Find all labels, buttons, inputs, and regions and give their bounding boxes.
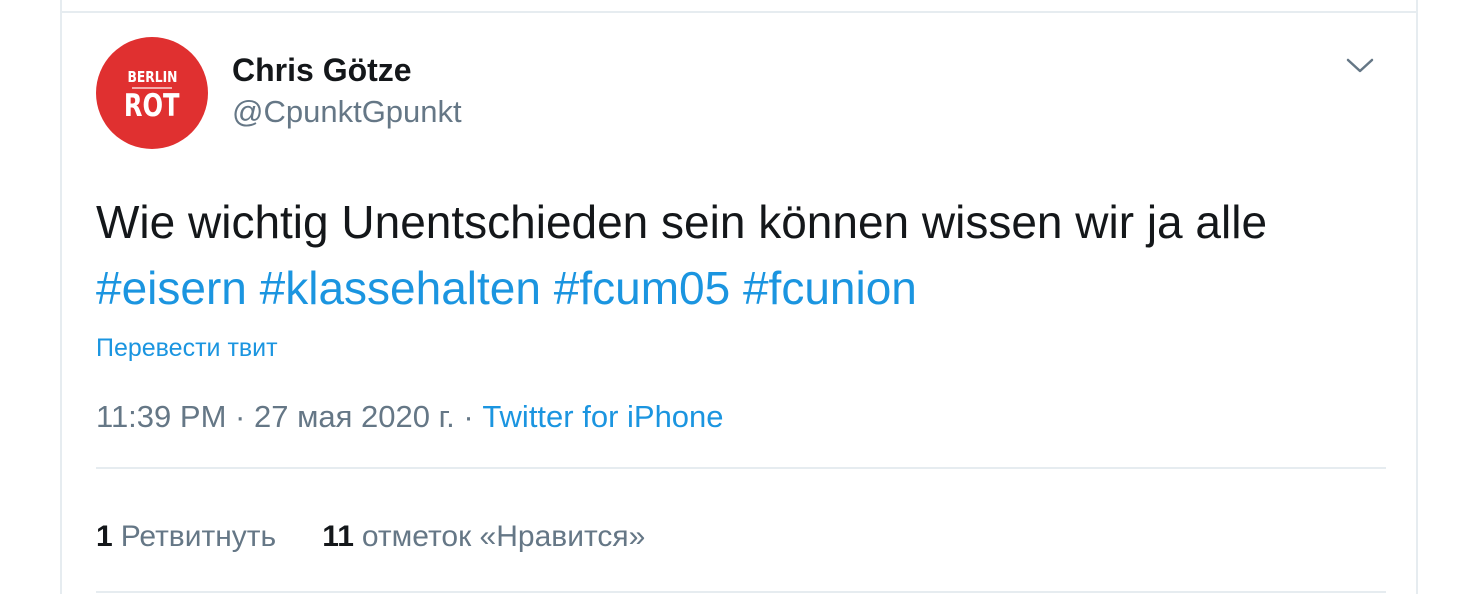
page: BERLIN ROT Chris Götze @CpunktGpunkt Wie… — [0, 0, 1460, 594]
meta-separator: · — [463, 399, 474, 434]
tweet-card: BERLIN ROT Chris Götze @CpunktGpunkt Wie… — [60, 13, 1418, 594]
tweet-time[interactable]: 11:39 PM — [96, 399, 226, 434]
avatar-logo-bottom: ROT — [124, 87, 180, 124]
tweet-stats: 1 Ретвитнуть 11 отметок «Нравится» — [96, 517, 645, 557]
hashtag-link[interactable]: #fcunion — [743, 262, 917, 314]
meta-separator: · — [235, 399, 246, 434]
author-name[interactable]: Chris Götze — [232, 51, 412, 89]
retweets-stat[interactable]: 1 Ретвитнуть — [96, 517, 276, 557]
likes-label: отметок «Нравится» — [361, 520, 646, 553]
chevron-down-icon — [1346, 58, 1374, 73]
avatar-logo-top: BERLIN — [127, 67, 177, 86]
likes-count: 11 — [322, 520, 354, 553]
previous-tweet-edge — [60, 0, 1418, 13]
hashtag-link[interactable]: #fcum05 — [554, 262, 730, 314]
avatar[interactable]: BERLIN ROT — [96, 37, 208, 149]
hashtag-link[interactable]: #eisern — [96, 262, 247, 314]
retweets-label: Ретвитнуть — [120, 520, 277, 553]
hashtag-link[interactable]: #klassehalten — [260, 262, 541, 314]
tweet-source-link[interactable]: Twitter for iPhone — [482, 399, 723, 434]
tweet-text: Wie wichtig Unentschieden sein können wi… — [96, 189, 1386, 321]
tweet-meta: 11:39 PM · 27 мая 2020 г. · Twitter for … — [96, 397, 724, 437]
author-handle[interactable]: @CpunktGpunkt — [232, 93, 462, 131]
translate-tweet-link[interactable]: Перевести твит — [96, 331, 278, 365]
tweet-text-body: Wie wichtig Unentschieden sein können wi… — [96, 196, 1268, 248]
divider — [96, 467, 1386, 469]
retweets-count: 1 — [96, 520, 113, 553]
likes-stat[interactable]: 11 отметок «Нравится» — [322, 517, 645, 557]
divider — [96, 591, 1386, 593]
tweet-menu-button[interactable] — [1340, 51, 1380, 81]
tweet-date[interactable]: 27 мая 2020 г. — [254, 399, 455, 434]
